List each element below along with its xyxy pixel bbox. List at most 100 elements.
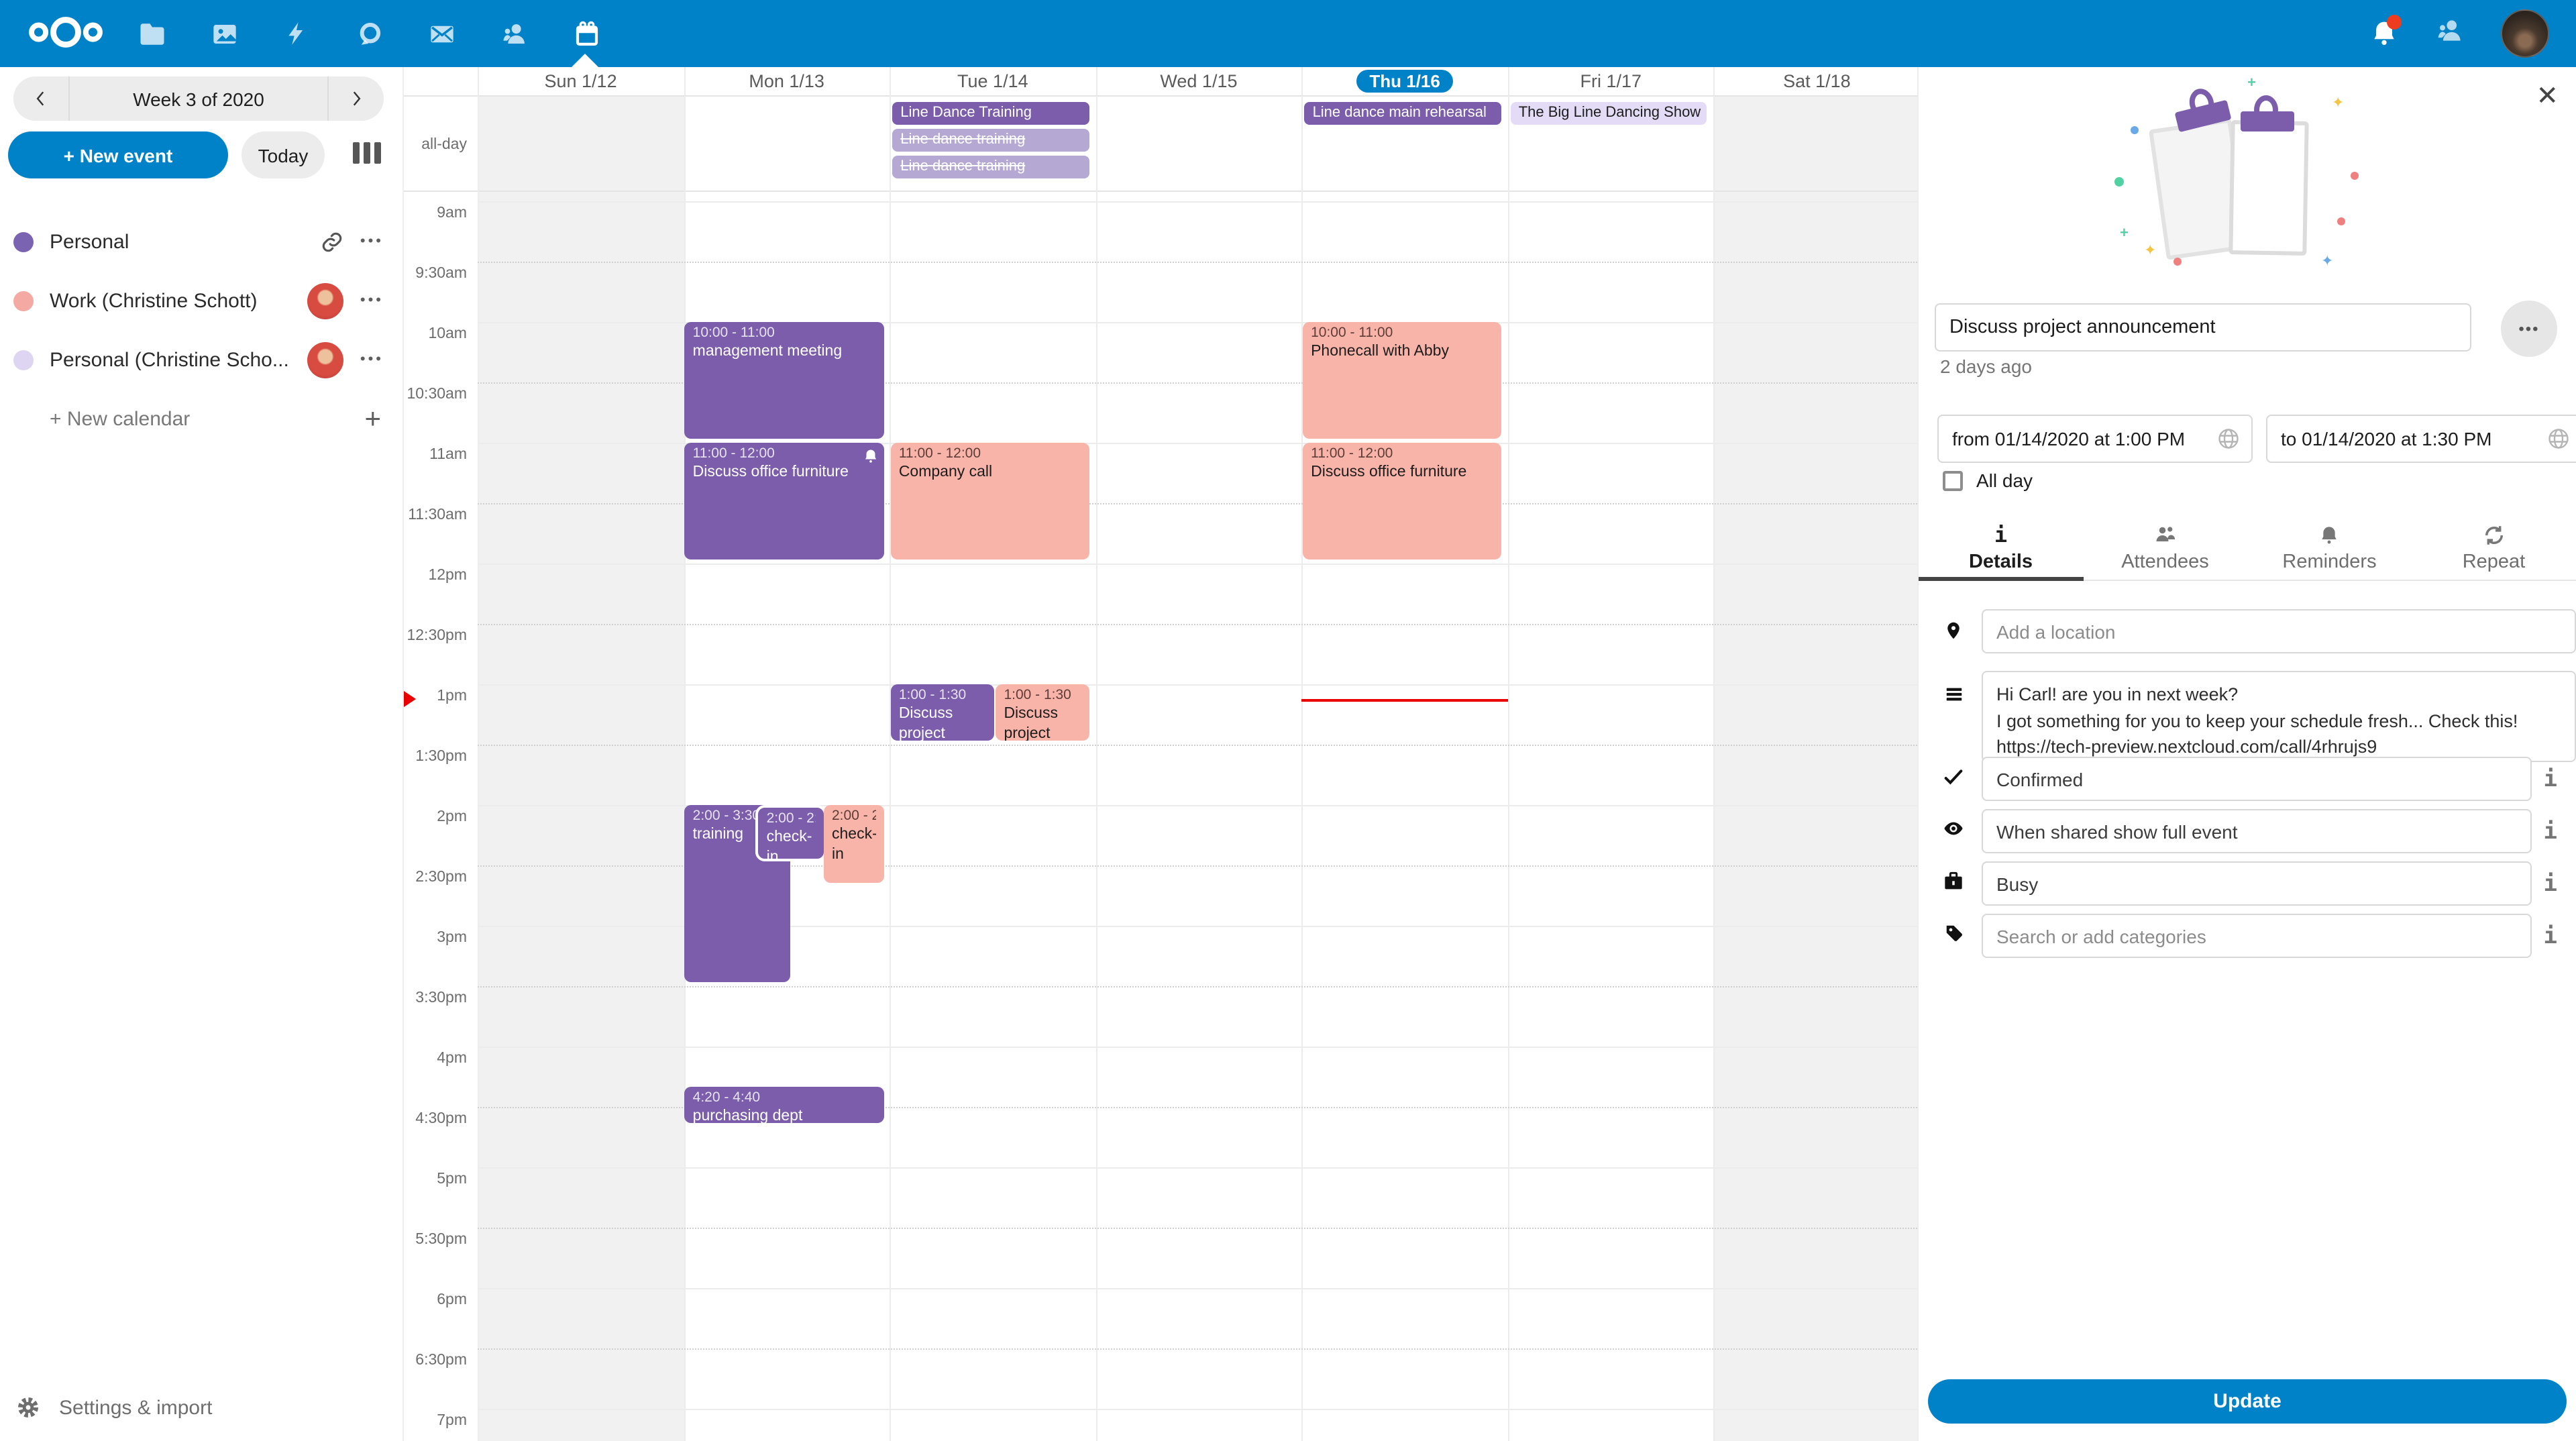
allday-event[interactable]: Line dance training [892,129,1089,152]
event-time: 10:00 - 11:00 [693,325,875,343]
talk-icon[interactable] [354,19,384,48]
photos-icon[interactable] [209,19,239,48]
contacts-icon[interactable] [499,19,529,48]
event-illustration: + + ✦ ✦ ✦ [2120,94,2388,262]
next-week-button[interactable] [327,76,384,121]
allday-event[interactable]: The Big Line Dancing Show [1511,102,1707,125]
activity-icon[interactable] [282,19,311,48]
event[interactable]: 11:00 - 12:00Discuss office furniture [1303,443,1501,559]
start-date-input[interactable]: from 01/14/2020 at 1:00 PM [1937,415,2253,463]
new-calendar-button[interactable]: + New calendar+ [0,389,402,448]
time-label: 11:30am [404,507,467,523]
tab-attendees[interactable]: Attendees [2083,515,2247,580]
share-link-icon[interactable] [321,230,344,253]
freebusy-select[interactable] [1982,861,2532,906]
day-header: Mon 1/13 [684,67,890,95]
event[interactable]: 10:00 - 11:00Phonecall with Abby [1303,322,1501,439]
tab-repeat[interactable]: Repeat [2412,515,2576,580]
grid-line [478,1228,1920,1229]
description-textarea[interactable]: Hi Carl! are you in next week? I got som… [1982,671,2576,762]
event[interactable]: 4:20 - 4:40purchasing dept [685,1087,883,1123]
grid-line [478,1409,1920,1410]
event-title: Phonecall with Abby [1311,343,1493,362]
previous-week-button[interactable] [13,76,70,121]
event[interactable]: 2:00 - 2:30check-in [824,805,885,883]
info-icon[interactable]: i [2544,923,2558,950]
day-label: Wed 1/15 [1160,71,1237,91]
categories-input[interactable] [1982,914,2532,958]
calendar-menu-button[interactable]: ••• [360,352,384,368]
event[interactable]: 10:00 - 11:00management meeting [685,322,883,439]
update-button[interactable]: Update [1928,1379,2567,1424]
event-actions-menu-button[interactable]: ••• [2501,301,2557,357]
end-date-input[interactable]: to 01/14/2020 at 1:30 PM [2266,415,2576,463]
view-switcher-button[interactable] [347,137,386,173]
time-label: 6pm [404,1292,467,1308]
tab-label: Repeat [2463,551,2526,572]
time-label: 2:30pm [404,869,467,886]
description-icon [1940,684,1967,704]
location-pin-icon [1940,619,1967,643]
calendar-color-dot [13,350,34,370]
timezone-globe-icon[interactable] [2216,427,2241,451]
allday-event[interactable]: Line Dance Training [892,102,1089,125]
all-day-checkbox[interactable] [1943,470,1963,490]
event-title: Discuss office furniture [1311,464,1493,483]
today-pill[interactable]: Thu 1/16 [1356,70,1454,93]
calendar-menu-button[interactable]: ••• [360,292,384,309]
settings-import-button[interactable]: Settings & import [16,1387,212,1428]
allday-event[interactable]: Line dance training [892,156,1089,178]
event[interactable]: 2:00 - 2:30check-in [756,805,826,861]
user-avatar[interactable] [2501,9,2549,58]
event[interactable]: 1:00 - 1:30Discuss project announcement [891,684,994,741]
visibility-select[interactable] [1982,809,2532,853]
time-label: 5:30pm [404,1232,467,1248]
info-icon[interactable]: i [2544,871,2558,898]
time-label: 7pm [404,1413,467,1429]
event-title: management meeting [693,343,875,362]
files-icon[interactable] [137,19,166,48]
info-icon[interactable]: i [2544,766,2558,793]
day-label: Sat 1/18 [1783,71,1851,91]
today-button[interactable]: Today [241,131,325,178]
nextcloud-logo[interactable] [27,12,105,59]
notifications-bell-icon[interactable] [2369,19,2399,48]
new-event-button[interactable]: + New event [8,131,228,178]
tab-reminders[interactable]: Reminders [2247,515,2412,580]
event[interactable]: 1:00 - 1:30Discuss project [996,684,1089,741]
calendar-list-item[interactable]: Work (Christine Schott)••• [0,271,402,330]
mail-icon[interactable] [427,19,456,48]
time-grid-body: 9am9:30am10am10:30am11am11:30am12pm12:30… [404,191,1920,1441]
status-select[interactable] [1982,757,2532,801]
location-input[interactable] [1982,609,2576,653]
time-label: 4pm [404,1051,467,1067]
calendar-list-item[interactable]: Personal••• [0,212,402,271]
app-menu [137,0,601,67]
info-icon[interactable]: i [2544,818,2558,845]
time-label: 10:30am [404,386,467,403]
close-icon[interactable]: ✕ [2536,83,2559,110]
calendar-list-item[interactable]: Personal (Christine Scho...••• [0,330,402,389]
time-label: 1:30pm [404,749,467,765]
timezone-globe-icon[interactable] [2546,427,2571,451]
time-label: 9:30am [404,266,467,282]
time-label: 3:30pm [404,990,467,1006]
day-label: Fri 1/17 [1580,71,1642,91]
allday-row: Line Dance Training Line dance training Li… [404,95,1920,191]
allday-event[interactable]: Line dance main rehearsal [1305,102,1501,125]
all-day-label: All day [1976,470,2033,491]
calendar-menu-button[interactable]: ••• [360,233,384,250]
tab-label: Reminders [2282,551,2376,572]
calendar-list: Personal•••Work (Christine Schott)•••Per… [0,212,402,448]
event-title-input[interactable] [1935,303,2471,352]
time-label: 10am [404,326,467,342]
tab-details[interactable]: iDetails [1919,515,2083,580]
event[interactable]: 11:00 - 12:00Company call [891,443,1089,559]
grid-line [478,1167,1920,1169]
week-label[interactable]: Week 3 of 2020 [70,88,327,109]
event[interactable]: 11:00 - 12:00Discuss office furniture [685,443,883,559]
briefcase-icon [1940,871,1967,892]
current-time-line [1302,699,1508,702]
contacts-menu-icon[interactable] [2435,15,2465,52]
calendar-icon[interactable] [572,19,601,48]
